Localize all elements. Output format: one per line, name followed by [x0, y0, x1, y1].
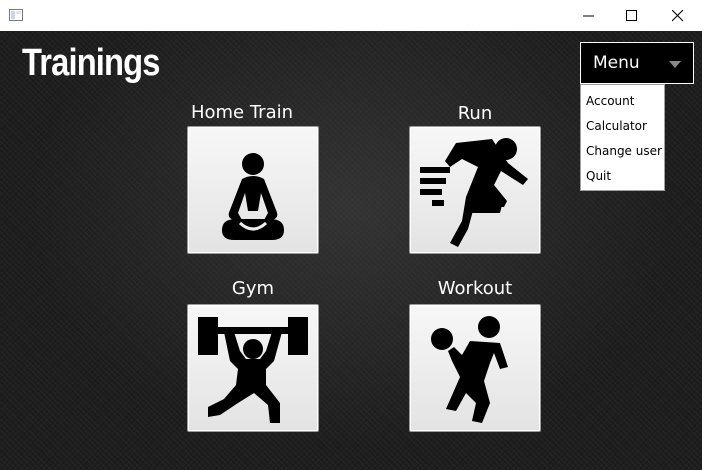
page-title: Trainings	[22, 42, 160, 84]
menu-item-account[interactable]: Account	[586, 94, 634, 108]
home-train-button[interactable]	[187, 126, 319, 254]
close-button[interactable]	[655, 0, 701, 31]
minimize-button[interactable]	[566, 0, 612, 31]
menu-label: Menu	[593, 53, 640, 73]
tile-label-run: Run	[457, 103, 493, 124]
close-icon	[672, 10, 684, 22]
menu-item-change-user[interactable]: Change user	[586, 144, 662, 158]
dropdown-arrow-icon	[669, 61, 681, 68]
tile-label-home-train: Home Train	[190, 102, 294, 123]
tile-label-gym: Gym	[231, 278, 275, 299]
run-button[interactable]	[409, 126, 541, 254]
menu-dropdown-list: Account Calculator Change user Quit	[580, 84, 665, 191]
workout-button[interactable]	[409, 304, 541, 432]
menu-item-quit[interactable]: Quit	[586, 169, 611, 183]
meditation-pose-icon	[222, 153, 284, 240]
running-person-icon	[420, 138, 528, 247]
tile-label-workout: Workout	[437, 278, 513, 299]
basketball-player-icon	[431, 316, 508, 423]
window-titlebar	[0, 0, 702, 31]
minimize-icon	[583, 15, 594, 17]
menu-dropdown-button[interactable]: Menu	[580, 42, 694, 84]
gym-button[interactable]	[187, 304, 319, 432]
app-window-icon	[9, 9, 23, 21]
weightlifter-icon	[198, 317, 308, 423]
main-content: Trainings Home Train Run Gym Workout Men…	[0, 31, 702, 470]
maximize-icon	[626, 10, 637, 21]
menu-item-calculator[interactable]: Calculator	[586, 119, 647, 133]
maximize-button[interactable]	[609, 0, 655, 31]
